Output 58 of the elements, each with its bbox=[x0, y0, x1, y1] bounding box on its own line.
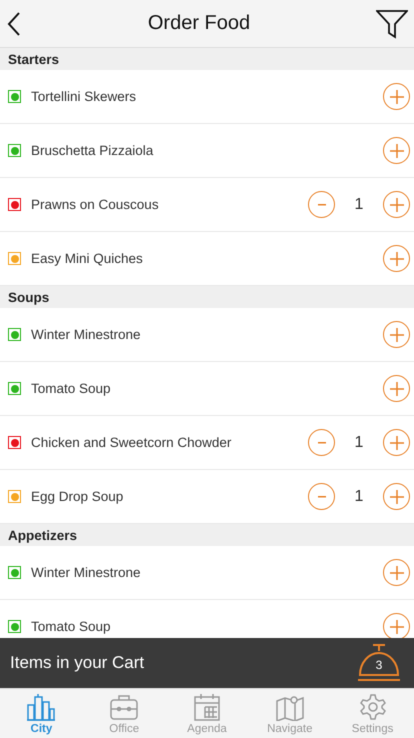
tab[interactable]: City bbox=[0, 689, 83, 738]
item-name: Tomato Soup bbox=[31, 381, 112, 396]
item-name: Winter Minestrone bbox=[31, 327, 142, 342]
add-button[interactable] bbox=[383, 613, 410, 638]
filter-button[interactable] bbox=[376, 8, 408, 38]
plus-icon bbox=[390, 198, 404, 212]
add-button[interactable] bbox=[383, 245, 410, 272]
cart-count: 3 bbox=[374, 658, 384, 672]
item-name: Egg Drop Soup bbox=[31, 489, 124, 504]
decrease-button[interactable] bbox=[308, 429, 335, 456]
plus-icon bbox=[390, 382, 404, 396]
tab[interactable]: Office bbox=[82, 689, 166, 738]
cart-bar[interactable]: Items in your Cart 3 bbox=[0, 638, 414, 688]
minus-icon bbox=[318, 442, 326, 444]
add-button[interactable] bbox=[383, 321, 410, 348]
plus-icon bbox=[390, 620, 404, 634]
tab[interactable]: Settings bbox=[331, 689, 414, 738]
tab[interactable]: Navigate bbox=[248, 689, 332, 738]
plus-icon bbox=[390, 252, 404, 266]
page-title: Order Food bbox=[148, 12, 250, 35]
item-quantity: 1 bbox=[354, 488, 364, 506]
back-button[interactable] bbox=[6, 10, 22, 36]
section-header: Appetizers bbox=[0, 524, 414, 546]
plus-icon bbox=[390, 90, 404, 104]
add-button[interactable] bbox=[383, 375, 410, 402]
service-bell-icon bbox=[356, 643, 402, 683]
item-name: Tortellini Skewers bbox=[31, 89, 138, 104]
add-button[interactable] bbox=[383, 429, 410, 456]
minus-icon bbox=[318, 204, 326, 206]
briefcase-icon bbox=[109, 692, 140, 720]
add-button[interactable] bbox=[383, 83, 410, 110]
plus-icon bbox=[390, 144, 404, 158]
item-name: Prawns on Couscous bbox=[31, 197, 160, 212]
item-name: Bruschetta Pizzaiola bbox=[31, 143, 154, 158]
add-button[interactable] bbox=[383, 137, 410, 164]
item-quantity: 1 bbox=[354, 196, 364, 214]
item-name: Winter Minestrone bbox=[31, 565, 142, 580]
calendar-icon bbox=[192, 692, 222, 720]
item-quantity: 1 bbox=[354, 434, 364, 452]
add-button[interactable] bbox=[383, 483, 410, 510]
plus-icon bbox=[390, 436, 404, 450]
minus-icon bbox=[318, 496, 326, 498]
item-name: Easy Mini Quiches bbox=[31, 251, 144, 266]
plus-icon bbox=[390, 566, 404, 580]
decrease-button[interactable] bbox=[308, 191, 335, 218]
add-button[interactable] bbox=[383, 191, 410, 218]
item-name: Tomato Soup bbox=[31, 619, 112, 634]
decrease-button[interactable] bbox=[308, 483, 335, 510]
section-header: Soups bbox=[0, 286, 414, 308]
city-buildings-icon bbox=[26, 692, 56, 720]
plus-icon bbox=[390, 490, 404, 504]
add-button[interactable] bbox=[383, 559, 410, 586]
cart-label: Items in your Cart bbox=[10, 653, 144, 673]
item-name: Chicken and Sweetcorn Chowder bbox=[31, 435, 232, 450]
tab[interactable]: Agenda bbox=[166, 689, 248, 738]
plus-icon bbox=[390, 328, 404, 342]
settings-icon bbox=[358, 692, 388, 720]
section-header: Starters bbox=[0, 48, 414, 70]
